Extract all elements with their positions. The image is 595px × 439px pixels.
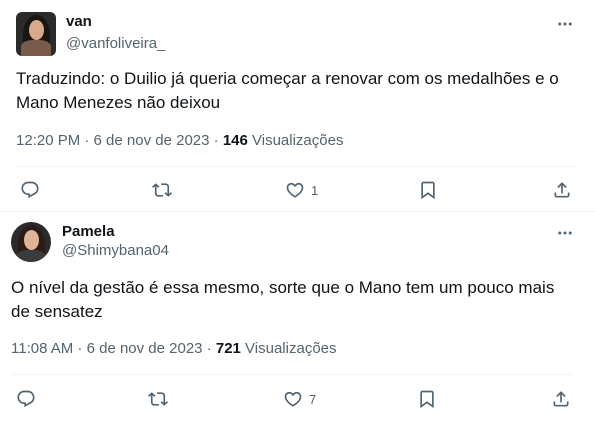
avatar[interactable] xyxy=(11,222,51,262)
tweet-text: Traduzindo: o Duilio já queria começar a… xyxy=(16,69,559,112)
tweet-text: O nível da gestão é essa mesmo, sorte qu… xyxy=(11,278,555,321)
reply-button[interactable] xyxy=(20,179,40,201)
like-count: 7 xyxy=(309,391,317,407)
more-icon[interactable] xyxy=(556,224,574,242)
like-button[interactable]: 1 xyxy=(285,179,318,201)
like-icon xyxy=(284,391,302,407)
display-name[interactable]: Pamela xyxy=(62,223,115,240)
divider xyxy=(11,374,573,375)
retweet-icon xyxy=(152,183,172,197)
avatar[interactable] xyxy=(16,12,56,56)
views-count: 146 xyxy=(222,132,248,149)
reply-icon xyxy=(21,181,39,199)
share-icon xyxy=(553,391,569,407)
tweet-card: Pamela @Shimybana04 O nível da gestão é … xyxy=(0,212,595,439)
bookmark-icon xyxy=(421,181,435,200)
retweet-button[interactable] xyxy=(148,388,168,410)
like-count: 1 xyxy=(311,182,319,198)
tweet-card: van @vanfoliveira_ Traduzindo: o Duilio … xyxy=(0,0,595,212)
like-button[interactable]: 7 xyxy=(283,388,316,410)
retweet-icon xyxy=(148,392,168,406)
reply-button[interactable] xyxy=(16,388,36,410)
tweet-timestamp[interactable]: 12:20 PM · 6 de nov de 2023 · xyxy=(16,132,223,149)
like-icon xyxy=(286,182,304,198)
share-button[interactable] xyxy=(552,179,572,201)
reply-icon xyxy=(17,390,35,408)
views-label: Visualizações xyxy=(247,132,344,149)
divider xyxy=(16,166,578,167)
more-icon[interactable] xyxy=(556,15,574,33)
user-handle[interactable]: @Shimybana04 xyxy=(62,242,169,259)
bookmark-button[interactable] xyxy=(418,179,438,201)
views-count: 721 xyxy=(215,340,241,357)
display-name[interactable]: van xyxy=(66,13,92,30)
user-handle[interactable]: @vanfoliveira_ xyxy=(66,35,165,52)
share-button[interactable] xyxy=(551,388,571,410)
tweet-meta: 11:08 AM · 6 de nov de 2023 · 721 Visual… xyxy=(11,340,337,357)
retweet-button[interactable] xyxy=(152,179,172,201)
tweet-meta: 12:20 PM · 6 de nov de 2023 · 146 Visual… xyxy=(16,132,343,149)
tweet-timestamp[interactable]: 11:08 AM · 6 de nov de 2023 · xyxy=(11,340,216,357)
views-label: Visualizações xyxy=(240,340,337,357)
share-icon xyxy=(554,182,570,198)
bookmark-icon xyxy=(420,390,434,409)
bookmark-button[interactable] xyxy=(417,388,437,410)
